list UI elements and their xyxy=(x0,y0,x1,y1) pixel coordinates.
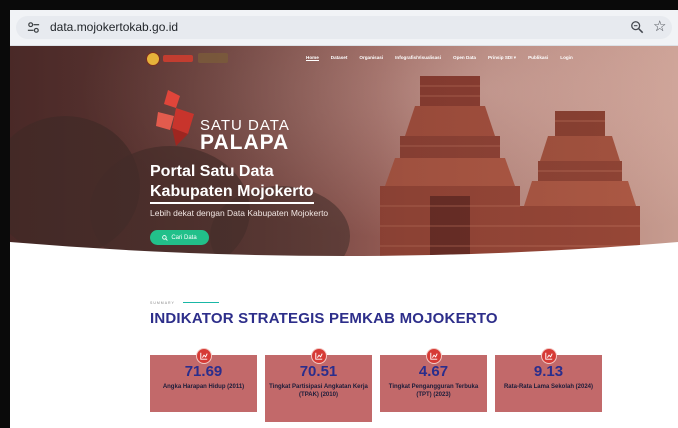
indicator-label: Angka Harapan Hidup (2011) xyxy=(162,384,245,390)
hero-title-line2: Kabupaten Mojokerto xyxy=(150,183,314,204)
chart-icon xyxy=(195,348,212,364)
hero-banner xyxy=(10,46,678,270)
mojokerto-logo-icon xyxy=(163,55,193,62)
hero-title-line1: Portal Satu Data xyxy=(150,163,274,180)
kicker-divider xyxy=(183,302,219,303)
indicator-card[interactable]: 9.13 Rata-Rata Lama Sekolah (2024) xyxy=(495,348,602,412)
hero-subtitle: Lebih dekat dengan Data Kabupaten Mojoke… xyxy=(150,208,329,218)
indicator-label: Tingkat Pengangguran Terbuka (TPT) (2023… xyxy=(388,384,479,398)
site-settings-icon[interactable] xyxy=(26,20,41,35)
chart-icon xyxy=(425,348,442,364)
browser-toolbar: data.mojokertokab.go.id ☆ xyxy=(10,10,678,46)
brand-name-line2: PALAPA xyxy=(200,131,290,154)
nav-item-infografis[interactable]: Infografis/Visualisasi xyxy=(395,55,441,61)
indicator-value: 4.67 xyxy=(418,363,449,380)
main-nav: Home Dataset Organisasi Infografis/Visua… xyxy=(306,55,573,61)
nav-item-home[interactable]: Home xyxy=(306,55,319,61)
search-data-button-label: Cari Data xyxy=(171,234,197,241)
search-icon xyxy=(162,234,169,241)
address-bar[interactable]: data.mojokertokab.go.id ☆ xyxy=(16,16,672,39)
nav-item-open-data[interactable]: Open Data xyxy=(453,55,476,61)
nav-item-login[interactable]: Login xyxy=(560,55,573,61)
indicator-label: Tingkat Partisipasi Angkatan Kerja (TPAK… xyxy=(269,384,368,398)
indicator-value: 71.69 xyxy=(184,363,223,380)
indicator-card[interactable]: 71.69 Angka Harapan Hidup (2011) xyxy=(150,348,257,412)
partner-logo-icon xyxy=(198,53,228,63)
bookmark-star-icon[interactable]: ☆ xyxy=(653,18,666,35)
regency-emblem-icon xyxy=(146,52,160,66)
indicator-card[interactable]: 70.51 Tingkat Partisipasi Angkatan Kerja… xyxy=(265,348,372,422)
chart-icon xyxy=(540,348,557,364)
chart-icon xyxy=(310,348,327,364)
search-data-button[interactable]: Cari Data xyxy=(150,230,209,245)
indicator-label: Rata-Rata Lama Sekolah (2024) xyxy=(503,384,594,390)
indicator-card[interactable]: 4.67 Tingkat Pengangguran Terbuka (TPT) … xyxy=(380,348,487,412)
nav-item-dataset[interactable]: Dataset xyxy=(331,55,348,61)
url-text[interactable]: data.mojokertokab.go.id xyxy=(50,20,178,34)
hero-shade xyxy=(10,46,678,270)
section-kicker: SUMMARY xyxy=(150,301,175,305)
nav-item-prinsip-sdi-label: Prinsip SDI xyxy=(487,55,513,60)
nav-item-organisasi[interactable]: Organisasi xyxy=(359,55,383,61)
hero-bottom-curve xyxy=(10,242,678,272)
chevron-down-icon: ▾ xyxy=(513,55,517,60)
indicator-value: 70.51 xyxy=(299,363,338,380)
nav-item-prinsip-sdi[interactable]: Prinsip SDI ▾ xyxy=(488,55,516,61)
browser-window: data.mojokertokab.go.id ☆ Home Dataset O… xyxy=(10,10,678,428)
satu-data-logo-icon xyxy=(156,90,194,146)
nav-item-publikasi[interactable]: Publikasi xyxy=(528,55,548,61)
section-title: INDIKATOR STRATEGIS PEMKAB MOJOKERTO xyxy=(150,310,498,327)
zoom-icon[interactable] xyxy=(630,20,644,34)
indicator-value: 9.13 xyxy=(533,363,564,380)
